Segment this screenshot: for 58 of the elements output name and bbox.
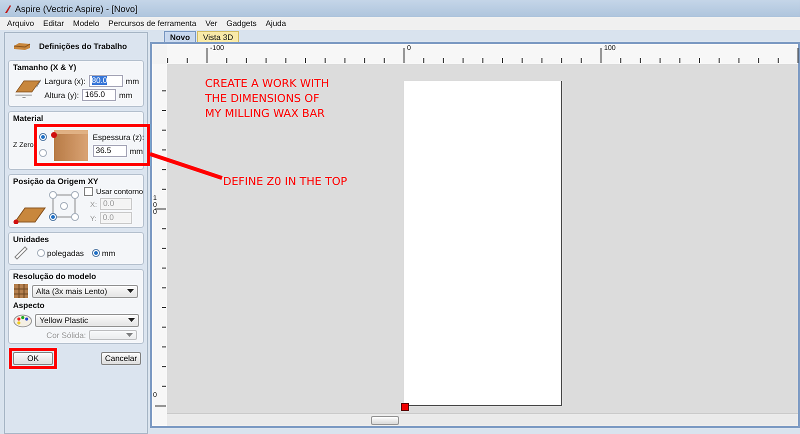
radio-button[interactable]: [38, 133, 47, 141]
field-label: Altura (y):: [44, 90, 79, 100]
scroll-thumb[interactable]: [371, 416, 399, 425]
section-heading: Posição da Origem XY: [13, 177, 100, 186]
menu-item[interactable]: Ajuda: [266, 19, 286, 28]
palette-icon: [13, 312, 32, 328]
field-label: Espessura (z):: [92, 133, 144, 142]
radio-button[interactable]: [92, 249, 100, 257]
radio-label: polegadas: [47, 248, 84, 258]
unit-label: mm: [130, 146, 143, 156]
menu-item[interactable]: Ver: [205, 19, 218, 28]
input-field[interactable]: 36.5: [92, 145, 127, 157]
annotation-text: CREATE A WORK WITH THE DIMENSIONS OF MY MILLING WAX BAR: [205, 76, 330, 121]
window-title: Aspire (Vectric Aspire) - [Novo]: [15, 4, 138, 14]
radio-button[interactable]: [71, 190, 79, 198]
field-label: Largura (x):: [44, 76, 86, 86]
section-heading: Material: [13, 114, 44, 123]
input-field[interactable]: 165.0: [82, 89, 116, 101]
material-block-drawing: [50, 128, 90, 162]
radio-button[interactable]: [60, 202, 68, 210]
view-tab[interactable]: Vista 3D: [197, 31, 240, 42]
radio-button[interactable]: [49, 212, 57, 220]
field-label: Cor Sólida:: [46, 330, 86, 340]
caret-icon: [126, 333, 133, 337]
ok-button[interactable]: OK: [13, 352, 53, 365]
section-heading: Aspecto: [13, 301, 46, 310]
checkbox[interactable]: [84, 187, 93, 196]
input-field[interactable]: 80.0: [88, 75, 123, 87]
annotation-text: DEFINE Z0 IN THE TOP: [223, 174, 348, 189]
horizontal-scrollbar[interactable]: [167, 413, 798, 426]
view-tab[interactable]: Novo: [164, 31, 196, 42]
caret-icon: [128, 318, 135, 322]
menu-item[interactable]: Arquivo: [7, 19, 34, 28]
ruler-icon: [13, 245, 29, 261]
radio-button[interactable]: [37, 249, 45, 257]
radio-label: mm: [102, 248, 116, 258]
cancel-button[interactable]: Cancelar: [101, 352, 141, 365]
grid-blocks-icon: [13, 283, 29, 299]
radio-button[interactable]: [38, 149, 47, 157]
unit-label: mm: [118, 90, 132, 100]
menu-item[interactable]: Percursos de ferramenta: [108, 19, 196, 28]
dropdown[interactable]: Alta (3x mais Lento): [32, 284, 138, 298]
menu-item[interactable]: Modelo: [73, 19, 100, 28]
panel-title: Definições do Trabalho: [39, 42, 128, 50]
wood-block-icon: [13, 41, 31, 51]
app-icon: [4, 4, 12, 14]
origin-marker: [401, 403, 409, 411]
dropdown[interactable]: Yellow Plastic: [35, 314, 139, 326]
sheet-origin-drawing: [13, 206, 46, 224]
section-heading: Unidades: [13, 235, 50, 244]
unit-label: mm: [126, 76, 139, 86]
caret-icon: [127, 289, 134, 293]
menu-item[interactable]: Gadgets: [226, 19, 257, 28]
radio-button[interactable]: [71, 212, 79, 220]
section-heading: Tamanho (X & Y): [13, 63, 78, 72]
menu-item[interactable]: Editar: [43, 19, 64, 28]
radio-button[interactable]: [49, 190, 57, 198]
section-heading: Resolução do modelo: [13, 272, 98, 281]
